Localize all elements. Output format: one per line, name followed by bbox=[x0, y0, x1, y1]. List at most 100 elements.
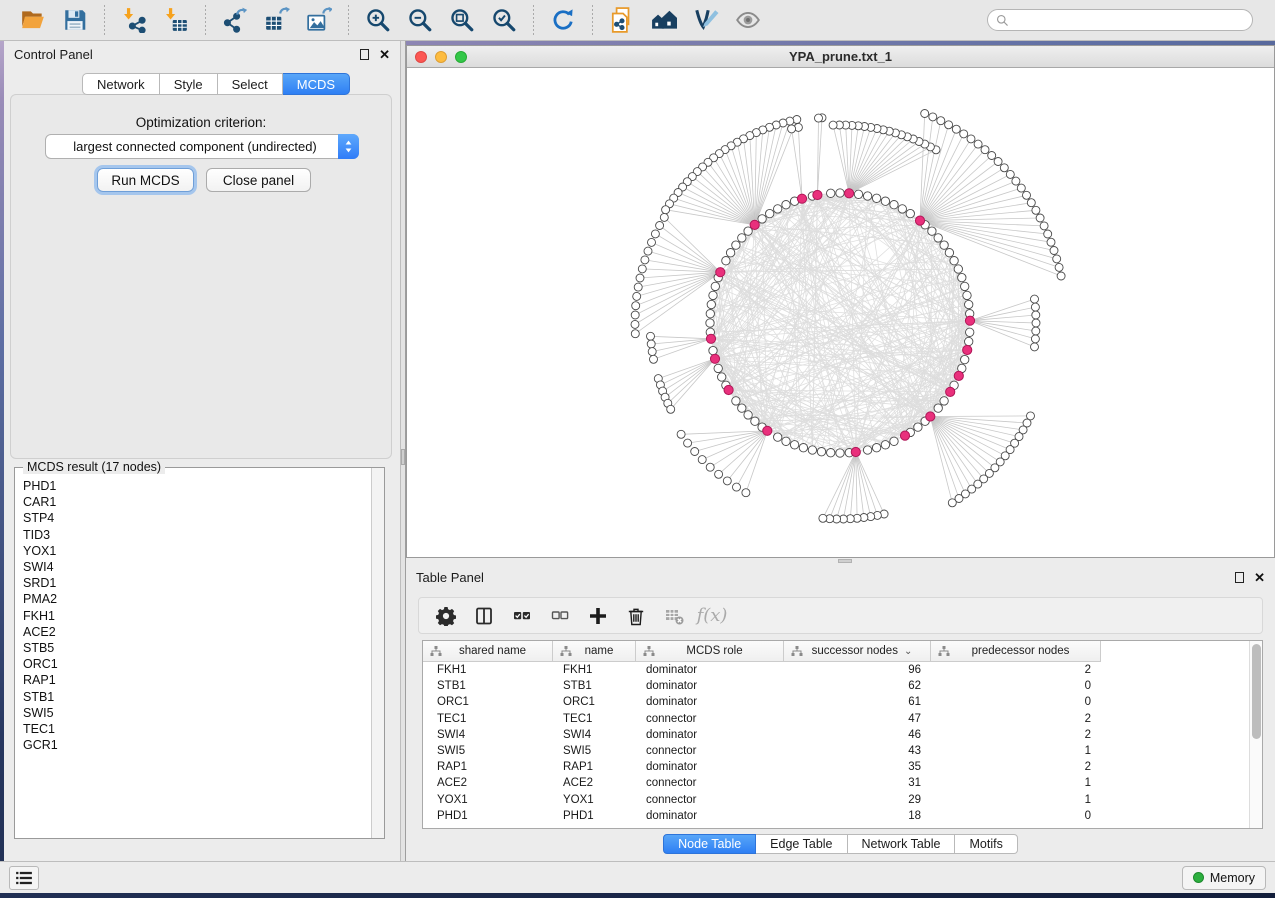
add-row-icon[interactable] bbox=[585, 603, 611, 629]
mcds-result-item[interactable]: ORC1 bbox=[23, 656, 370, 672]
float-panel-icon[interactable] bbox=[360, 49, 369, 60]
cell-name: STB1 bbox=[553, 678, 636, 694]
table-row[interactable]: PHD1PHD1dominator180 bbox=[423, 808, 1101, 824]
eye-icon[interactable] bbox=[733, 5, 763, 35]
mcds-result-item[interactable]: STB5 bbox=[23, 640, 370, 656]
mcds-result-item[interactable]: STP4 bbox=[23, 510, 370, 526]
tab-motifs[interactable]: Motifs bbox=[955, 834, 1017, 854]
tab-edge-table[interactable]: Edge Table bbox=[756, 834, 847, 854]
splitter-grip[interactable] bbox=[401, 449, 405, 465]
mcds-result-item[interactable]: FKH1 bbox=[23, 608, 370, 624]
splitter-grip[interactable] bbox=[838, 559, 852, 563]
mcds-result-item[interactable]: TEC1 bbox=[23, 721, 370, 737]
zoom-fit-icon[interactable] bbox=[447, 5, 477, 35]
search-input[interactable] bbox=[1009, 11, 1244, 29]
mcds-result-item[interactable]: ACE2 bbox=[23, 624, 370, 640]
export-network-icon[interactable] bbox=[220, 5, 250, 35]
toolbar-separator bbox=[592, 5, 593, 35]
mcds-result-item[interactable]: RAP1 bbox=[23, 672, 370, 688]
tab-network[interactable]: Network bbox=[82, 73, 160, 95]
zoom-out-icon[interactable] bbox=[405, 5, 435, 35]
table-row[interactable]: TEC1TEC1connector472 bbox=[423, 711, 1101, 727]
curved-v-icon[interactable] bbox=[691, 5, 721, 35]
mcds-result-legend: MCDS result (17 nodes) bbox=[23, 460, 165, 474]
table-row[interactable]: SWI4SWI4dominator462 bbox=[423, 727, 1101, 743]
tab-network-table[interactable]: Network Table bbox=[848, 834, 956, 854]
houses-icon[interactable] bbox=[649, 5, 679, 35]
cell-shared-name: PHD1 bbox=[423, 808, 553, 824]
task-history-button[interactable] bbox=[9, 866, 39, 890]
network-window-titlebar[interactable]: YPA_prune.txt_1 bbox=[407, 46, 1274, 68]
gear-icon[interactable] bbox=[433, 603, 459, 629]
float-panel-icon[interactable] bbox=[1235, 572, 1244, 583]
toolbar-separator bbox=[348, 5, 349, 35]
table-scrollbar[interactable] bbox=[1249, 641, 1262, 828]
close-panel-icon[interactable]: ✕ bbox=[379, 48, 390, 61]
cell-predecessor-nodes: 0 bbox=[931, 808, 1101, 824]
mcds-result-item[interactable]: SRD1 bbox=[23, 575, 370, 591]
mcds-result-item[interactable]: YOX1 bbox=[23, 543, 370, 559]
table-header-row: shared namenameMCDS rolesuccessor nodes⌄… bbox=[423, 641, 1101, 662]
memory-label: Memory bbox=[1210, 871, 1255, 885]
import-table-icon[interactable] bbox=[161, 5, 191, 35]
toolbar-separator bbox=[533, 5, 534, 35]
import-network-icon[interactable] bbox=[119, 5, 149, 35]
table-row[interactable]: RAP1RAP1dominator352 bbox=[423, 759, 1101, 775]
column-header-shared-name[interactable]: shared name bbox=[423, 641, 553, 662]
criterion-dropdown[interactable]: largest connected component (undirected) bbox=[45, 134, 359, 159]
deselect-all-icon[interactable] bbox=[547, 603, 573, 629]
share-document-icon[interactable] bbox=[607, 5, 637, 35]
save-icon[interactable] bbox=[60, 5, 90, 35]
mcds-result-item[interactable]: CAR1 bbox=[23, 494, 370, 510]
column-header-successor-nodes[interactable]: successor nodes⌄ bbox=[784, 641, 931, 662]
table-row[interactable]: YOX1YOX1connector291 bbox=[423, 792, 1101, 808]
status-bar: Memory bbox=[0, 861, 1275, 893]
cell-predecessor-nodes: 2 bbox=[931, 711, 1101, 727]
select-all-icon[interactable] bbox=[509, 603, 535, 629]
table-panel-tabs: Node TableEdge TableNetwork TableMotifs bbox=[406, 834, 1275, 854]
table-row[interactable]: SWI5SWI5connector431 bbox=[423, 743, 1101, 759]
zoom-in-icon[interactable] bbox=[363, 5, 393, 35]
cell-successor-nodes: 46 bbox=[784, 727, 931, 743]
result-scrollbar[interactable] bbox=[371, 468, 384, 838]
scrollbar-thumb[interactable] bbox=[1252, 644, 1261, 739]
delete-row-icon[interactable] bbox=[623, 603, 649, 629]
column-header-predecessor-nodes[interactable]: predecessor nodes bbox=[931, 641, 1101, 662]
table-row[interactable]: ACE2ACE2connector311 bbox=[423, 775, 1101, 791]
column-header-name[interactable]: name bbox=[553, 641, 636, 662]
tab-mcds[interactable]: MCDS bbox=[283, 73, 350, 95]
tab-select[interactable]: Select bbox=[218, 73, 283, 95]
column-header-MCDS-role[interactable]: MCDS role bbox=[636, 641, 784, 662]
mcds-result-item[interactable]: PMA2 bbox=[23, 591, 370, 607]
cell-MCDS-role: connector bbox=[636, 792, 784, 808]
network-graph bbox=[407, 69, 1274, 558]
table-row[interactable]: FKH1FKH1dominator962 bbox=[423, 662, 1101, 678]
tab-node-table[interactable]: Node Table bbox=[663, 834, 756, 854]
network-canvas[interactable] bbox=[407, 69, 1274, 557]
mcds-result-item[interactable]: SWI5 bbox=[23, 705, 370, 721]
export-image-icon[interactable] bbox=[304, 5, 334, 35]
mcds-result-item[interactable]: STB1 bbox=[23, 689, 370, 705]
run-mcds-button[interactable]: Run MCDS bbox=[97, 168, 194, 192]
close-panel-button[interactable]: Close panel bbox=[206, 168, 311, 192]
mcds-result-item[interactable]: PHD1 bbox=[23, 478, 370, 494]
cell-shared-name: ORC1 bbox=[423, 694, 553, 710]
search-box[interactable] bbox=[987, 9, 1253, 31]
columns-icon[interactable] bbox=[471, 603, 497, 629]
memory-button[interactable]: Memory bbox=[1182, 866, 1266, 890]
table-row[interactable]: STB1STB1dominator620 bbox=[423, 678, 1101, 694]
mcds-result-list[interactable]: PHD1CAR1STP4TID3YOX1SWI4SRD1PMA2FKH1ACE2… bbox=[16, 474, 370, 837]
cell-predecessor-nodes: 1 bbox=[931, 743, 1101, 759]
table-row[interactable]: ORC1ORC1dominator610 bbox=[423, 694, 1101, 710]
tab-style[interactable]: Style bbox=[160, 73, 218, 95]
close-panel-icon[interactable]: ✕ bbox=[1254, 571, 1265, 584]
mcds-result-item[interactable]: TID3 bbox=[23, 527, 370, 543]
cell-MCDS-role: dominator bbox=[636, 694, 784, 710]
open-folder-icon[interactable] bbox=[18, 5, 48, 35]
cell-MCDS-role: connector bbox=[636, 743, 784, 759]
zoom-selected-icon[interactable] bbox=[489, 5, 519, 35]
refresh-icon[interactable] bbox=[548, 5, 578, 35]
mcds-result-item[interactable]: SWI4 bbox=[23, 559, 370, 575]
export-table-icon[interactable] bbox=[262, 5, 292, 35]
mcds-result-item[interactable]: GCR1 bbox=[23, 737, 370, 753]
